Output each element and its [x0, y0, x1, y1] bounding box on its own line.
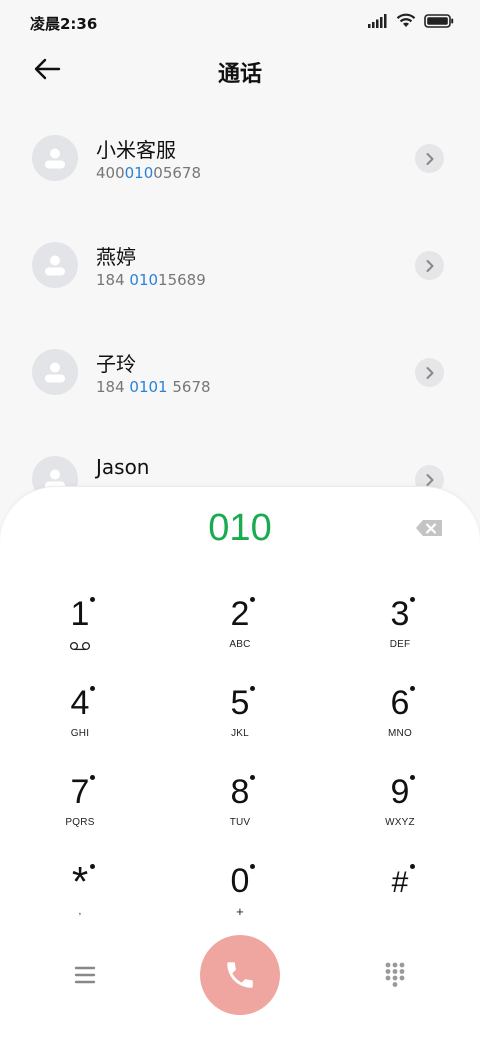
- person-icon: [45, 362, 65, 383]
- backspace-button[interactable]: [414, 517, 444, 539]
- wifi-icon: [396, 13, 416, 27]
- key-digit: 9: [390, 773, 410, 811]
- key-letters: ABC: [229, 639, 251, 650]
- speed-dial-dot: [410, 597, 415, 602]
- key-digit: *: [71, 858, 89, 905]
- contact-name: 燕婷: [96, 245, 136, 269]
- contact-detail-button[interactable]: [415, 358, 444, 387]
- person-icon: [45, 148, 65, 169]
- speed-dial-dot: [90, 597, 95, 602]
- speed-dial-dot: [250, 686, 255, 691]
- backspace-icon: [416, 520, 442, 536]
- key-letters: ,: [78, 906, 82, 917]
- key-digit: 5: [230, 684, 250, 722]
- chevron-right-icon: [426, 366, 433, 379]
- number-match-highlight: 0101: [129, 378, 168, 396]
- number-match-highlight: 010: [129, 271, 159, 289]
- number-part: 15689: [158, 271, 206, 289]
- number-match-highlight: 010: [124, 164, 154, 182]
- key-digit: 1: [70, 595, 90, 633]
- key-letters: MNO: [388, 728, 412, 739]
- key-digit: 4: [70, 684, 90, 722]
- key-digit: 2: [230, 595, 250, 633]
- contact-list: 小米客服 40001005678 燕婷 184 01015689 子玲 184 …: [0, 104, 480, 532]
- speed-dial-dot: [410, 775, 415, 780]
- key-letters: GHI: [70, 728, 90, 739]
- speed-dial-dot: [90, 775, 95, 780]
- chevron-right-icon: [426, 473, 433, 486]
- speed-dial-dot: [410, 864, 415, 869]
- key-1[interactable]: 1: [20, 587, 140, 667]
- key-digit: 7: [70, 773, 90, 811]
- status-bar: 凌晨2:36: [0, 0, 480, 44]
- key-digit: 8: [230, 773, 250, 811]
- contact-number: 184 0101 5678: [96, 378, 211, 396]
- dialpad-panel: 010 1 2 ABC 3 DEF 4 GHI 5 JKL 6 MNO 7 PQ…: [0, 486, 480, 1040]
- keypad-icon: [385, 962, 405, 987]
- voicemail-icon: [69, 641, 91, 651]
- speed-dial-dot: [410, 686, 415, 691]
- hamburger-icon: [74, 966, 96, 984]
- chevron-right-icon: [426, 259, 433, 272]
- number-part: 184: [96, 271, 130, 289]
- bottom-action-bar: [0, 935, 480, 1015]
- header: 通话: [0, 44, 480, 96]
- chevron-right-icon: [426, 152, 433, 165]
- key-digit: 3: [390, 595, 410, 633]
- menu-button[interactable]: [70, 962, 100, 988]
- contact-name: Jason: [96, 455, 150, 479]
- avatar: [32, 242, 78, 288]
- key-letters: DEF: [389, 639, 411, 650]
- phone-icon: [227, 962, 253, 988]
- call-button[interactable]: [200, 935, 280, 1015]
- keypad-toggle-button[interactable]: [382, 961, 408, 989]
- contact-name: 子玲: [96, 352, 136, 376]
- number-part: 400: [96, 164, 125, 182]
- number-part: 05678: [153, 164, 201, 182]
- key-3[interactable]: 3 DEF: [340, 587, 460, 667]
- key-7[interactable]: 7 PQRS: [20, 765, 140, 845]
- speed-dial-dot: [250, 775, 255, 780]
- key-letters: JKL: [231, 728, 249, 739]
- contact-row[interactable]: 小米客服 40001005678: [0, 104, 480, 211]
- key-digit: #: [391, 866, 409, 899]
- key-6[interactable]: 6 MNO: [340, 676, 460, 756]
- key-2[interactable]: 2 ABC: [180, 587, 300, 667]
- contact-row[interactable]: 子玲 184 0101 5678: [0, 318, 480, 425]
- key-4[interactable]: 4 GHI: [20, 676, 140, 756]
- key-letters: TUV: [229, 817, 251, 828]
- speed-dial-dot: [90, 686, 95, 691]
- speed-dial-dot: [250, 864, 255, 869]
- status-time: 凌晨2:36: [30, 15, 98, 33]
- signal-icon: [368, 13, 387, 28]
- battery-icon: [424, 13, 454, 28]
- number-part: 184: [96, 378, 130, 396]
- page-title: 通话: [217, 62, 262, 87]
- key-hash[interactable]: #: [340, 854, 460, 934]
- key-letters: WXYZ: [385, 817, 415, 828]
- contact-detail-button[interactable]: [415, 251, 444, 280]
- contact-row[interactable]: 燕婷 184 01015689: [0, 211, 480, 318]
- speed-dial-dot: [90, 864, 95, 869]
- contact-name: 小米客服: [96, 138, 176, 162]
- status-icons: [368, 13, 454, 28]
- key-digit: 6: [390, 684, 410, 722]
- speed-dial-dot: [250, 597, 255, 602]
- key-digit: 0: [230, 862, 250, 900]
- person-icon: [45, 255, 65, 276]
- avatar: [32, 349, 78, 395]
- key-star[interactable]: * ,: [20, 854, 140, 934]
- key-letters: PQRS: [65, 817, 95, 828]
- contact-number: 184 01015689: [96, 271, 206, 289]
- key-5[interactable]: 5 JKL: [180, 676, 300, 756]
- key-letters: +: [236, 904, 244, 919]
- number-part: 5678: [167, 378, 211, 396]
- key-8[interactable]: 8 TUV: [180, 765, 300, 845]
- dialed-number[interactable]: 010: [0, 507, 480, 550]
- avatar: [32, 135, 78, 181]
- key-0[interactable]: 0 +: [180, 854, 300, 934]
- contact-number: 40001005678: [96, 164, 201, 182]
- key-9[interactable]: 9 WXYZ: [340, 765, 460, 845]
- contact-detail-button[interactable]: [415, 144, 444, 173]
